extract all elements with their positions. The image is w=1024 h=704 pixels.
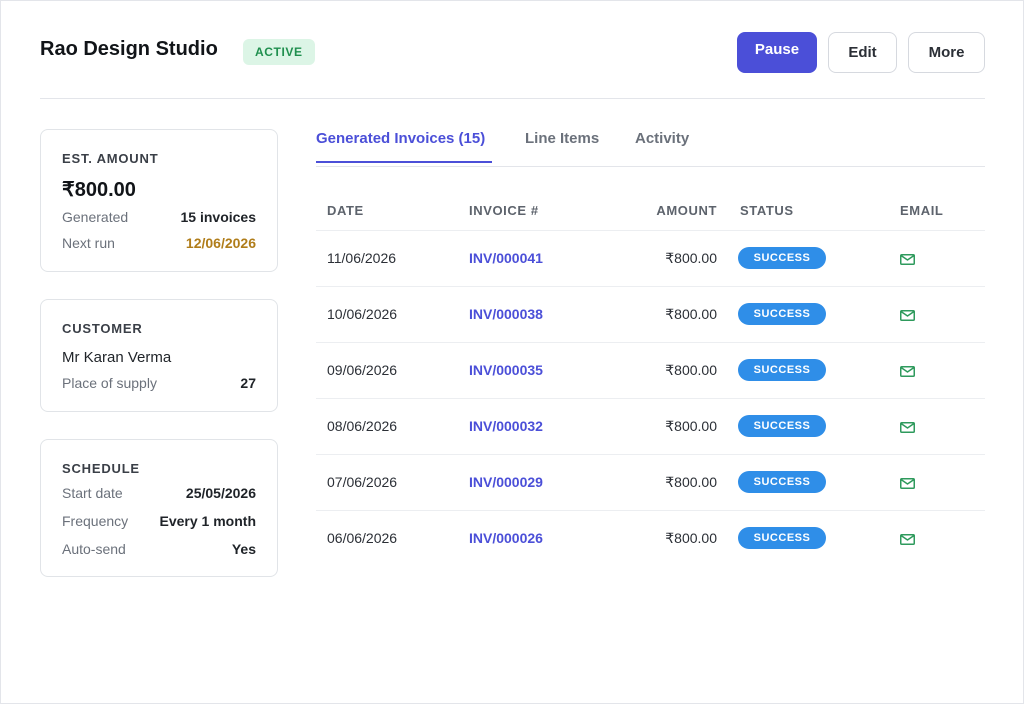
invoice-amount: ₹800.00 [665, 250, 717, 266]
auto-send-value: Yes [231, 541, 256, 557]
mail-icon[interactable] [900, 532, 915, 545]
invoice-number-link[interactable]: INV/000041 [469, 249, 543, 267]
invoice-amount: ₹800.00 [665, 306, 717, 322]
invoice-number-link[interactable]: INV/000032 [469, 417, 543, 435]
invoice-date: 08/06/2026 [327, 418, 398, 434]
mail-icon[interactable] [900, 476, 915, 489]
column-header-date: DATE [327, 203, 364, 218]
column-header-amount: AMOUNT [656, 203, 717, 218]
tab-line-items[interactable]: Line Items [525, 130, 599, 147]
column-header-invoice: INVOICE # [469, 203, 539, 218]
active-tab-indicator [316, 161, 492, 163]
invoice-number-link[interactable]: INV/000038 [469, 305, 543, 323]
mail-icon[interactable] [900, 420, 915, 433]
estimate-heading: EST. AMOUNT [62, 151, 159, 166]
customer-heading: CUSTOMER [62, 321, 143, 336]
pause-button[interactable]: Pause [737, 32, 817, 73]
invoice-number-link[interactable]: INV/000026 [469, 529, 543, 547]
place-of-supply-value: 27 [240, 375, 256, 391]
schedule-card: SCHEDULE Start date 25/05/2026 Frequency… [40, 439, 278, 577]
invoice-number-link[interactable]: INV/000029 [469, 473, 543, 491]
mail-icon[interactable] [900, 364, 915, 377]
next-run-label: Next run [62, 235, 115, 251]
column-header-status: STATUS [740, 203, 794, 218]
column-header-email: EMAIL [900, 203, 944, 218]
tabs-divider [316, 166, 985, 167]
table-row-divider [316, 342, 985, 343]
header-divider [40, 98, 985, 99]
estimate-card: EST. AMOUNT ₹800.00 Generated 15 invoice… [40, 129, 278, 272]
invoice-date: 07/06/2026 [327, 474, 398, 490]
tab-activity[interactable]: Activity [635, 130, 689, 147]
start-date-row: Start date 25/05/2026 [62, 485, 256, 503]
generated-row: Generated 15 invoices [62, 209, 256, 227]
more-button[interactable]: More [908, 32, 985, 73]
customer-card: CUSTOMER Mr Karan Verma Place of supply … [40, 299, 278, 412]
mail-icon[interactable] [900, 308, 915, 321]
customer-name: Mr Karan Verma [62, 349, 172, 366]
mail-icon[interactable] [900, 252, 915, 265]
page-title: Rao Design Studio [40, 38, 218, 60]
status-pill: SUCCESS [738, 471, 826, 493]
invoice-amount: ₹800.00 [665, 418, 717, 434]
status-pill: SUCCESS [738, 247, 826, 269]
invoice-number-link[interactable]: INV/000035 [469, 361, 543, 379]
place-of-supply-row: Place of supply 27 [62, 375, 256, 393]
frequency-value: Every 1 month [159, 513, 256, 529]
status-pill: SUCCESS [738, 527, 826, 549]
edit-button[interactable]: Edit [828, 32, 897, 73]
status-badge: ACTIVE [243, 39, 315, 65]
table-row-divider [316, 286, 985, 287]
schedule-heading: SCHEDULE [62, 461, 140, 476]
status-pill: SUCCESS [738, 359, 826, 381]
start-date-label: Start date [62, 485, 123, 501]
generated-value: 15 invoices [180, 209, 257, 225]
start-date-value: 25/05/2026 [185, 485, 256, 501]
status-pill: SUCCESS [738, 415, 826, 437]
generated-label: Generated [62, 209, 129, 225]
invoice-amount: ₹800.00 [665, 474, 717, 490]
table-row-divider [316, 510, 985, 511]
invoice-date: 09/06/2026 [327, 362, 398, 378]
frequency-label: Frequency [62, 513, 129, 529]
status-pill: SUCCESS [738, 303, 826, 325]
invoice-date: 06/06/2026 [327, 530, 398, 546]
auto-send-label: Auto-send [62, 541, 126, 557]
next-run-row: Next run 12/06/2026 [62, 235, 256, 253]
invoice-amount: ₹800.00 [665, 362, 717, 378]
table-row-divider [316, 454, 985, 455]
table-row-divider [316, 398, 985, 399]
tab-generated-invoices[interactable]: Generated Invoices (15) [316, 130, 485, 147]
estimate-amount: ₹800.00 [62, 179, 136, 201]
invoice-date: 11/06/2026 [327, 250, 397, 266]
table-row-divider [316, 230, 985, 231]
invoice-amount: ₹800.00 [665, 530, 717, 546]
frequency-row: Frequency Every 1 month [62, 513, 256, 531]
place-of-supply-label: Place of supply [62, 375, 157, 391]
next-run-value: 12/06/2026 [185, 235, 256, 251]
auto-send-row: Auto-send Yes [62, 541, 256, 559]
invoice-date: 10/06/2026 [327, 306, 398, 322]
